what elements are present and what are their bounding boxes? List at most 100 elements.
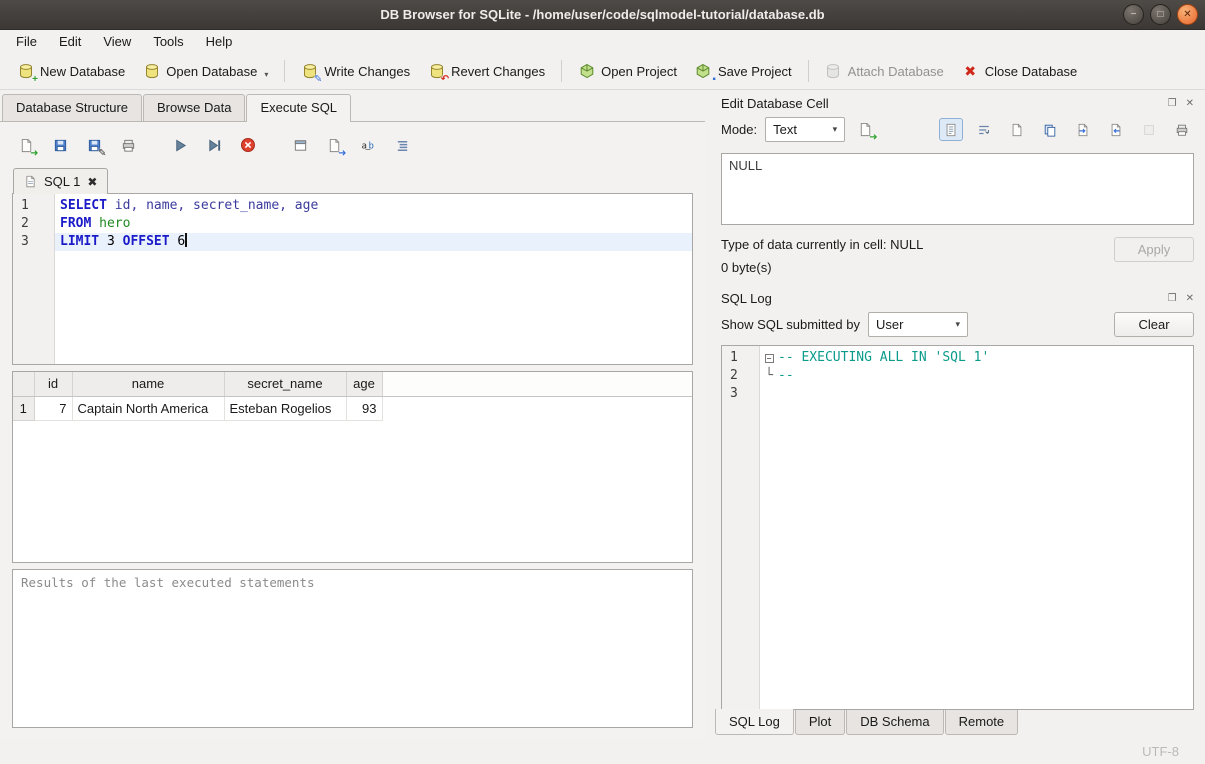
export-results-button[interactable]: ➜ (322, 134, 346, 156)
text-cursor (185, 233, 187, 247)
execute-line-button[interactable] (202, 134, 226, 156)
titlebar[interactable]: DB Browser for SQLite - /home/user/code/… (0, 0, 1205, 30)
sql-log-filter-combobox[interactable]: User ▾ (868, 312, 968, 337)
sql-tab[interactable]: SQL 1 ✖ (13, 168, 108, 194)
line-number: 2 (722, 367, 759, 385)
import-text-button[interactable]: ➜ (853, 118, 877, 141)
sql-log-filter-label: Show SQL submitted by (721, 317, 860, 332)
log-line (760, 385, 1193, 403)
revert-changes-button[interactable]: ↶ Revert Changes (419, 58, 554, 85)
text-mode-button[interactable] (939, 118, 963, 141)
open-cell-file-button[interactable] (1005, 118, 1029, 141)
menu-edit[interactable]: Edit (49, 32, 91, 51)
encoding-indicator: UTF-8 (1142, 744, 1179, 759)
open-project-button[interactable]: Open Project (569, 58, 686, 85)
menu-view[interactable]: View (93, 32, 141, 51)
edit-cell-toolbar: Mode: Text ▾ ➜ (715, 116, 1196, 151)
print-cell-button[interactable] (1170, 118, 1194, 141)
tab-sql-log[interactable]: SQL Log (715, 709, 794, 735)
app-window: DB Browser for SQLite - /home/user/code/… (0, 0, 1205, 764)
open-tab-button[interactable] (288, 134, 312, 156)
tab-execute-sql[interactable]: Execute SQL (246, 94, 351, 122)
print-icon (121, 138, 136, 153)
save-sql-file-button[interactable] (48, 134, 72, 156)
tab-browse-data[interactable]: Browse Data (143, 94, 245, 121)
stop-execution-button[interactable] (236, 134, 260, 156)
format-sql-icon (395, 138, 410, 153)
save-sql-as-button[interactable]: ✎ (82, 134, 106, 156)
format-sql-button[interactable] (390, 134, 414, 156)
cell-editor[interactable]: NULL (721, 153, 1194, 225)
write-changes-button[interactable]: ✎ Write Changes (292, 58, 419, 85)
line-number: 2 (13, 215, 54, 233)
open-tab-icon (293, 138, 308, 153)
maximize-button[interactable]: □ (1150, 4, 1171, 25)
mode-label: Mode: (721, 122, 757, 137)
cell-name[interactable]: Captain North America (72, 396, 224, 420)
combo-arrow-icon: ▾ (955, 319, 960, 330)
sql-log-filter-value: User (876, 317, 903, 332)
line-number: 3 (13, 233, 54, 251)
code-line-current: LIMIT 3 OFFSET 6 (55, 233, 692, 251)
open-database-button[interactable]: Open Database ▾ (134, 58, 277, 85)
set-null-button[interactable] (1137, 118, 1161, 141)
save-sql-as-icon: ✎ (86, 137, 103, 154)
tab-database-structure[interactable]: Database Structure (2, 94, 142, 121)
apply-button[interactable]: Apply (1114, 237, 1194, 262)
dock-close-icon[interactable]: ✕ (1186, 294, 1194, 304)
cell-age[interactable]: 93 (346, 396, 382, 420)
cell-icon-group (939, 118, 1194, 141)
sql-tab-close-icon[interactable]: ✖ (87, 176, 97, 188)
cell-info-row: Type of data currently in cell: NULL 0 b… (721, 237, 1194, 275)
column-header-name[interactable]: name (72, 372, 224, 396)
find-replace-button[interactable]: ab (356, 134, 380, 156)
cell-id[interactable]: 7 (34, 396, 72, 420)
results-grid[interactable]: id name secret_name age 1 7 Cap (12, 371, 693, 563)
tab-remote[interactable]: Remote (945, 710, 1019, 735)
word-wrap-button[interactable] (972, 118, 996, 141)
export-cell-data-button[interactable] (1104, 118, 1128, 141)
menu-help[interactable]: Help (196, 32, 243, 51)
open-sql-file-button[interactable]: ➜ (14, 134, 38, 156)
close-database-button[interactable]: ✖ Close Database (953, 58, 1087, 85)
copy-cell-button[interactable] (1038, 118, 1062, 141)
menu-file[interactable]: File (6, 32, 47, 51)
dock-close-icon[interactable]: ✕ (1186, 99, 1194, 109)
column-header-secret-name[interactable]: secret_name (224, 372, 346, 396)
log-line-numbers: 1 2 3 (722, 346, 760, 709)
open-sql-file-icon: ➜ (18, 137, 35, 154)
row-number-header[interactable] (13, 372, 34, 396)
column-header-id[interactable]: id (34, 372, 72, 396)
clear-log-button[interactable]: Clear (1114, 312, 1194, 337)
sql-log-view[interactable]: 1 2 3 −-- EXECUTING ALL IN 'SQL 1' └-- (721, 345, 1194, 710)
collapse-marker-icon[interactable]: − (760, 354, 778, 363)
revert-changes-icon: ↶ (428, 63, 445, 80)
menu-tools[interactable]: Tools (143, 32, 193, 51)
tab-db-schema[interactable]: DB Schema (846, 710, 943, 735)
print-sql-button[interactable] (116, 134, 140, 156)
column-header-age[interactable]: age (346, 372, 382, 396)
dock-float-icon[interactable]: ❐ (1168, 294, 1177, 304)
sql-editor[interactable]: 1 2 3 SELECT id, name, secret_name, age … (12, 193, 693, 365)
new-database-button[interactable]: + New Database (8, 58, 134, 85)
execute-all-button[interactable] (168, 134, 192, 156)
save-project-icon: ▪ (695, 63, 712, 80)
dock-float-icon[interactable]: ❐ (1168, 99, 1177, 109)
dock-tab-bar: SQL Log Plot DB Schema Remote (715, 710, 1196, 738)
mode-combobox[interactable]: Text ▾ (765, 117, 845, 142)
close-button[interactable]: ✕ (1177, 4, 1198, 25)
pencil-badge-icon: ✎ (98, 149, 106, 159)
row-number-cell[interactable]: 1 (13, 396, 34, 420)
tab-plot[interactable]: Plot (795, 710, 845, 735)
save-badge-icon: ▪ (712, 75, 716, 85)
save-project-button[interactable]: ▪ Save Project (686, 58, 801, 85)
cell-secret-name[interactable]: Esteban Rogelios (224, 396, 346, 420)
attach-database-button[interactable]: Attach Database (816, 58, 953, 85)
plus-badge-icon: + (32, 75, 38, 85)
open-database-dropdown-icon[interactable]: ▾ (264, 70, 268, 80)
find-replace-icon: ab (360, 137, 376, 153)
import-cell-data-button[interactable] (1071, 118, 1095, 141)
minimize-button[interactable]: − (1123, 4, 1144, 25)
cell-type-info: Type of data currently in cell: NULL (721, 237, 1114, 252)
editor-code-area[interactable]: SELECT id, name, secret_name, age FROM h… (55, 194, 692, 364)
